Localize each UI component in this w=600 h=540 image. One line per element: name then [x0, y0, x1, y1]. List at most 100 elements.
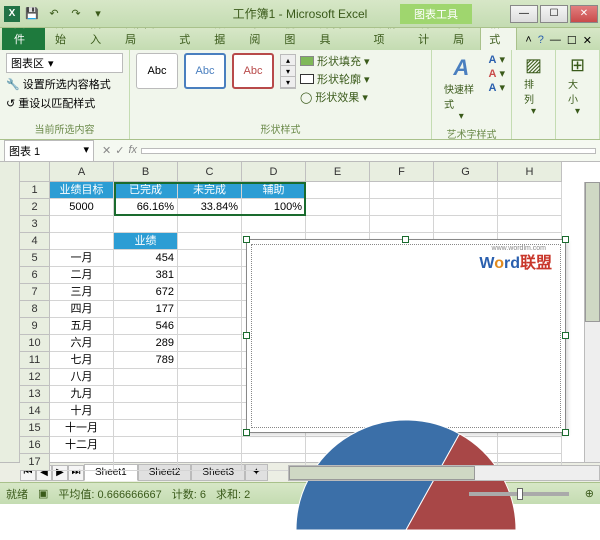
- resize-handle[interactable]: [562, 429, 569, 436]
- cell-C14[interactable]: [178, 403, 242, 420]
- row-header-3[interactable]: 3: [20, 216, 50, 233]
- cell-C3[interactable]: [178, 216, 242, 233]
- cell-A5[interactable]: 一月: [50, 250, 114, 267]
- doc-close-icon[interactable]: ✕: [583, 34, 592, 47]
- row-header-17[interactable]: 17: [20, 454, 50, 471]
- cell-B15[interactable]: [114, 420, 178, 437]
- undo-icon[interactable]: ↶: [44, 4, 64, 24]
- macro-record-icon[interactable]: ▣: [38, 487, 48, 500]
- chart-area[interactable]: www.wordlm.com Word联盟 已完成,66.16% 未完成,33.…: [251, 244, 561, 428]
- qat-more-icon[interactable]: ▾: [88, 4, 108, 24]
- text-outline-button[interactable]: A▾: [489, 67, 505, 80]
- enter-formula-icon[interactable]: ✓: [115, 144, 124, 157]
- zoom-thumb[interactable]: [517, 488, 523, 500]
- save-icon[interactable]: 💾: [22, 4, 42, 24]
- cell-C17[interactable]: [178, 454, 242, 471]
- cell-A3[interactable]: [50, 216, 114, 233]
- cell-A1[interactable]: 业绩目标: [50, 182, 114, 199]
- cell-B14[interactable]: [114, 403, 178, 420]
- cell-B16[interactable]: [114, 437, 178, 454]
- minimize-button[interactable]: —: [510, 5, 538, 23]
- zoom-slider[interactable]: [469, 492, 569, 496]
- cell-H2[interactable]: [498, 199, 562, 216]
- cell-B10[interactable]: 289: [114, 335, 178, 352]
- cell-A12[interactable]: 八月: [50, 369, 114, 386]
- maximize-button[interactable]: ☐: [540, 5, 568, 23]
- row-header-5[interactable]: 5: [20, 250, 50, 267]
- gallery-up-icon[interactable]: ▴: [281, 55, 295, 66]
- cell-A8[interactable]: 四月: [50, 301, 114, 318]
- cell-G2[interactable]: [434, 199, 498, 216]
- row-header-11[interactable]: 11: [20, 352, 50, 369]
- cell-A4[interactable]: [50, 233, 114, 250]
- cell-C5[interactable]: [178, 250, 242, 267]
- cell-A15[interactable]: 十一月: [50, 420, 114, 437]
- cell-A14[interactable]: 十月: [50, 403, 114, 420]
- row-header-4[interactable]: 4: [20, 233, 50, 250]
- row-headers[interactable]: 1234567891011121314151617: [20, 182, 50, 471]
- col-header-F[interactable]: F: [370, 162, 434, 182]
- formula-input[interactable]: [141, 148, 596, 154]
- row-header-14[interactable]: 14: [20, 403, 50, 420]
- cell-C10[interactable]: [178, 335, 242, 352]
- cell-B7[interactable]: 672: [114, 284, 178, 301]
- cell-C4[interactable]: [178, 233, 242, 250]
- row-header-2[interactable]: 2: [20, 199, 50, 216]
- help-icon[interactable]: ?: [538, 34, 544, 47]
- chart-element-dropdown[interactable]: 图表区▾: [6, 53, 123, 73]
- cell-C7[interactable]: [178, 284, 242, 301]
- row-header-10[interactable]: 10: [20, 335, 50, 352]
- row-header-15[interactable]: 15: [20, 420, 50, 437]
- scrollbar-thumb[interactable]: [289, 466, 475, 480]
- vertical-scrollbar[interactable]: [584, 182, 600, 462]
- resize-handle[interactable]: [243, 332, 250, 339]
- cell-G3[interactable]: [434, 216, 498, 233]
- resize-handle[interactable]: [243, 236, 250, 243]
- cell-C11[interactable]: [178, 352, 242, 369]
- shape-effects-button[interactable]: ◯形状效果▾: [300, 89, 370, 105]
- cell-D3[interactable]: [242, 216, 306, 233]
- cell-C8[interactable]: [178, 301, 242, 318]
- cell-A16[interactable]: 十二月: [50, 437, 114, 454]
- cell-C13[interactable]: [178, 386, 242, 403]
- col-header-G[interactable]: G: [434, 162, 498, 182]
- row-header-8[interactable]: 8: [20, 301, 50, 318]
- resize-handle[interactable]: [243, 429, 250, 436]
- cell-F2[interactable]: [370, 199, 434, 216]
- shape-style-1[interactable]: Abc: [136, 53, 178, 89]
- cell-C2[interactable]: 33.84%: [178, 199, 242, 216]
- size-button[interactable]: ⊞ 大小▾: [562, 53, 593, 119]
- worksheet-grid[interactable]: ABCDEFGH 1234567891011121314151617 业绩目标已…: [0, 162, 600, 462]
- row-header-6[interactable]: 6: [20, 267, 50, 284]
- cell-B13[interactable]: [114, 386, 178, 403]
- cell-G1[interactable]: [434, 182, 498, 199]
- close-button[interactable]: ✕: [570, 5, 598, 23]
- text-fill-button[interactable]: A▾: [489, 53, 505, 66]
- cell-B2[interactable]: 66.16%: [114, 199, 178, 216]
- chart-object[interactable]: www.wordlm.com Word联盟 已完成,66.16% 未完成,33.…: [246, 239, 566, 433]
- cell-B1[interactable]: 已完成: [114, 182, 178, 199]
- cell-A2[interactable]: 5000: [50, 199, 114, 216]
- reset-style-button[interactable]: ↺重设以匹配样式: [6, 95, 123, 111]
- cell-B5[interactable]: 454: [114, 250, 178, 267]
- cell-F1[interactable]: [370, 182, 434, 199]
- resize-handle[interactable]: [562, 236, 569, 243]
- cell-A9[interactable]: 五月: [50, 318, 114, 335]
- cell-E2[interactable]: [306, 199, 370, 216]
- cell-B3[interactable]: [114, 216, 178, 233]
- cell-D1[interactable]: 辅助: [242, 182, 306, 199]
- ribbon-minimize-icon[interactable]: ˄: [525, 34, 531, 47]
- cell-E3[interactable]: [306, 216, 370, 233]
- col-header-D[interactable]: D: [242, 162, 306, 182]
- col-header-E[interactable]: E: [306, 162, 370, 182]
- cell-A17[interactable]: [50, 454, 114, 471]
- cell-D2[interactable]: 100%: [242, 199, 306, 216]
- row-header-16[interactable]: 16: [20, 437, 50, 454]
- cell-B8[interactable]: 177: [114, 301, 178, 318]
- cell-C16[interactable]: [178, 437, 242, 454]
- cancel-formula-icon[interactable]: ✕: [102, 144, 111, 157]
- gallery-down-icon[interactable]: ▾: [281, 66, 295, 77]
- horizontal-scrollbar[interactable]: [288, 465, 600, 481]
- col-header-H[interactable]: H: [498, 162, 562, 182]
- zoom-in-button[interactable]: ⊕: [585, 487, 594, 500]
